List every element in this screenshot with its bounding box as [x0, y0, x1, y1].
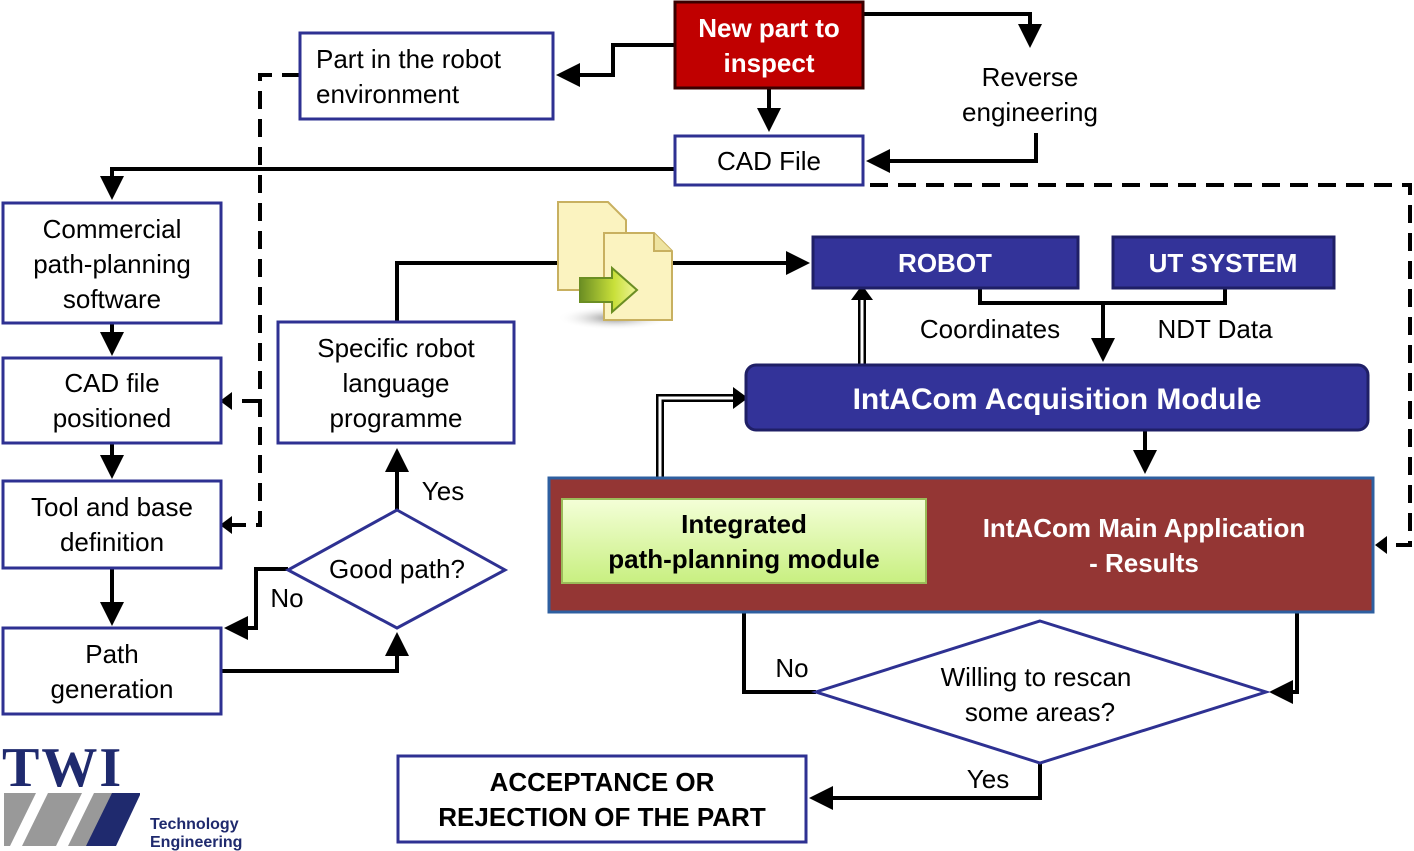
node-text: Tool and base — [31, 492, 193, 522]
node-text: Path — [85, 639, 139, 669]
node-text: - Results — [1089, 548, 1199, 578]
cad-positioned-node: CAD file positioned — [1, 356, 223, 445]
flowchart: New part to inspect Part in the robot en… — [1, 0, 1412, 851]
yes-label: Yes — [422, 476, 464, 506]
new-part-node: New part to inspect — [673, 0, 865, 90]
node-text: Good path? — [329, 554, 465, 584]
node-text: REJECTION OF THE PART — [438, 802, 766, 832]
node-text: engineering — [962, 97, 1098, 127]
node-text: inspect — [723, 48, 814, 78]
integrated-module-node: Integrated path-planning module — [561, 498, 927, 584]
cad-file-node: CAD File — [673, 134, 865, 187]
twi-logo: TWI Technology Engineering — [2, 737, 242, 851]
node-text: CAD File — [717, 146, 821, 176]
acceptance-node: ACCEPTANCE OR REJECTION OF THE PART — [396, 754, 808, 844]
acquisition-module-node: IntACom Acquisition Module — [744, 363, 1370, 432]
node-text: path-planning — [33, 249, 191, 279]
node-text: definition — [60, 527, 164, 557]
node-text: environment — [316, 79, 460, 109]
node-text: New part to — [698, 13, 840, 43]
path-generation-node: Path generation — [1, 626, 223, 716]
node-text: software — [63, 284, 161, 314]
yes-label-rescan: Yes — [967, 764, 1009, 794]
node-text: ACCEPTANCE OR — [490, 767, 715, 797]
file-transfer-icon — [557, 201, 673, 330]
robot-node: ROBOT — [811, 235, 1080, 290]
node-text: Integrated — [681, 509, 807, 539]
node-text: UT SYSTEM — [1149, 248, 1298, 278]
node-text: IntACom Main Application — [983, 513, 1306, 543]
commercial-software-node: Commercial path-planning software — [1, 201, 223, 325]
node-text: positioned — [53, 403, 172, 433]
reverse-engineering-label: Reverse engineering — [950, 52, 1112, 132]
node-text: Reverse — [982, 62, 1079, 92]
rescan-decision: Willing to rescan some areas? — [811, 619, 1272, 765]
node-text: programme — [330, 403, 463, 433]
coordinates-label: Coordinates — [920, 314, 1060, 344]
good-path-decision: Good path? — [284, 508, 509, 630]
svg-text:TWI: TWI — [2, 737, 123, 799]
node-text: CAD file — [64, 368, 159, 398]
node-text: Specific robot — [317, 333, 475, 363]
node-text: some areas? — [965, 697, 1115, 727]
node-text: Commercial — [43, 214, 182, 244]
node-text: IntACom Acquisition Module — [853, 383, 1262, 416]
ndt-data-label: NDT Data — [1157, 314, 1273, 344]
ut-system-node: UT SYSTEM — [1111, 235, 1336, 290]
node-text: Technology — [150, 816, 239, 833]
node-text: path-planning module — [608, 544, 880, 574]
no-label: No — [270, 583, 303, 613]
no-label-rescan: No — [775, 653, 808, 683]
node-text: ROBOT — [898, 248, 992, 278]
part-environment-node: Part in the robot environment — [298, 31, 555, 121]
node-text: Willing to rescan — [941, 662, 1132, 692]
node-text: Engineering — [150, 834, 242, 851]
specific-programme-node: Specific robot language programme — [276, 320, 516, 445]
tool-base-node: Tool and base definition — [1, 479, 223, 570]
node-text: language — [343, 368, 450, 398]
node-text: Part in the robot — [316, 44, 502, 74]
node-text: generation — [51, 674, 174, 704]
